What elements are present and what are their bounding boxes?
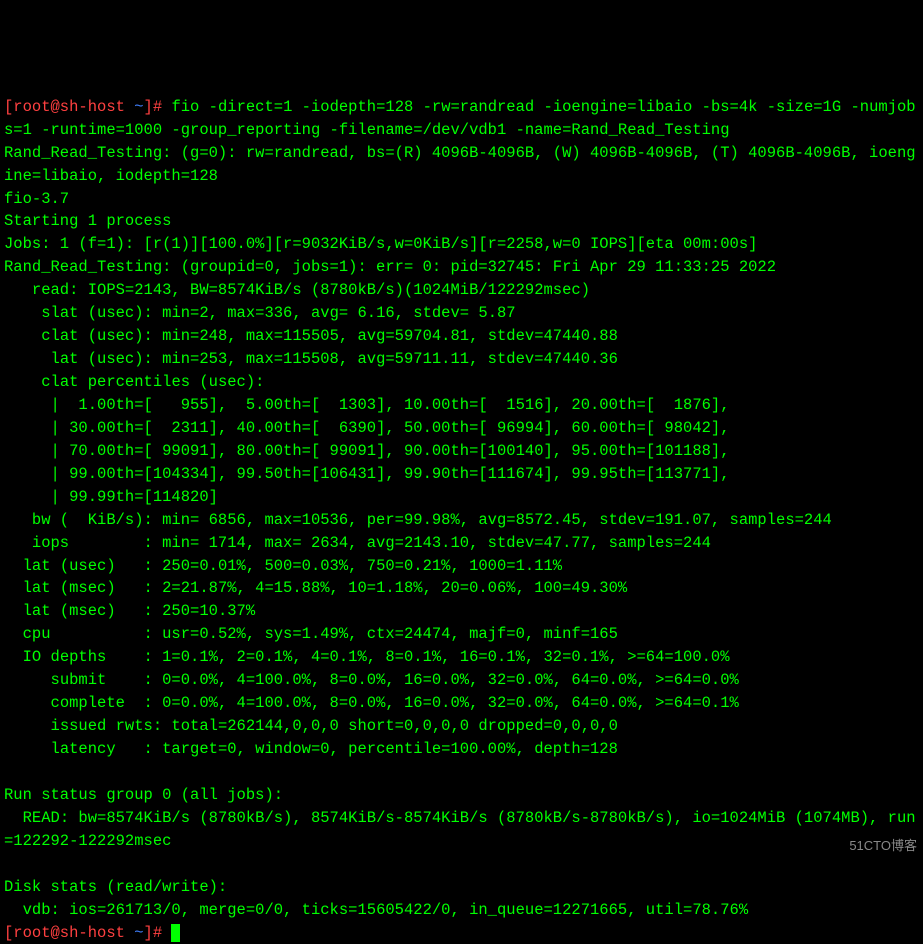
output-line: read: IOPS=2143, BW=8574KiB/s (8780kB/s)… bbox=[4, 281, 590, 299]
output-line: complete : 0=0.0%, 4=100.0%, 8=0.0%, 16=… bbox=[4, 694, 739, 712]
output-line: | 70.00th=[ 99091], 80.00th=[ 99091], 90… bbox=[4, 442, 730, 460]
prompt-close: ]# bbox=[144, 98, 172, 116]
prompt-user-host: [root@sh-host bbox=[4, 924, 134, 942]
prompt-path: ~ bbox=[134, 924, 143, 942]
output-line: | 30.00th=[ 2311], 40.00th=[ 6390], 50.0… bbox=[4, 419, 730, 437]
output-line: latency : target=0, window=0, percentile… bbox=[4, 740, 618, 758]
output-line: Starting 1 process bbox=[4, 212, 171, 230]
prompt-user-host: [root@sh-host bbox=[4, 98, 134, 116]
prompt-close: ]# bbox=[144, 924, 172, 942]
output-line: | 99.00th=[104334], 99.50th=[106431], 99… bbox=[4, 465, 730, 483]
prompt-path: ~ bbox=[134, 98, 143, 116]
output-line: submit : 0=0.0%, 4=100.0%, 8=0.0%, 16=0.… bbox=[4, 671, 739, 689]
output-line: Run status group 0 (all jobs): bbox=[4, 786, 283, 804]
output-line: | 1.00th=[ 955], 5.00th=[ 1303], 10.00th… bbox=[4, 396, 730, 414]
output-line: lat (usec) : 250=0.01%, 500=0.03%, 750=0… bbox=[4, 557, 562, 575]
output-line: iops : min= 1714, max= 2634, avg=2143.10… bbox=[4, 534, 711, 552]
output-line: lat (msec) : 250=10.37% bbox=[4, 602, 255, 620]
output-line: issued rwts: total=262144,0,0,0 short=0,… bbox=[4, 717, 618, 735]
output-line: READ: bw=8574KiB/s (8780kB/s), 8574KiB/s… bbox=[4, 809, 916, 850]
output-line: Rand_Read_Testing: (groupid=0, jobs=1): … bbox=[4, 258, 776, 276]
output-line: clat (usec): min=248, max=115505, avg=59… bbox=[4, 327, 618, 345]
output-line: vdb: ios=261713/0, merge=0/0, ticks=1560… bbox=[4, 901, 748, 919]
output-line: slat (usec): min=2, max=336, avg= 6.16, … bbox=[4, 304, 516, 322]
watermark-text: 51CTO博客 bbox=[849, 836, 917, 855]
output-line: clat percentiles (usec): bbox=[4, 373, 264, 391]
output-line: | 99.99th=[114820] bbox=[4, 488, 218, 506]
output-line: Disk stats (read/write): bbox=[4, 878, 227, 896]
output-line: Rand_Read_Testing: (g=0): rw=randread, b… bbox=[4, 144, 916, 185]
output-line: lat (msec) : 2=21.87%, 4=15.88%, 10=1.18… bbox=[4, 579, 627, 597]
output-line: cpu : usr=0.52%, sys=1.49%, ctx=24474, m… bbox=[4, 625, 618, 643]
output-line: Jobs: 1 (f=1): [r(1)][100.0%][r=9032KiB/… bbox=[4, 235, 757, 253]
output-line: bw ( KiB/s): min= 6856, max=10536, per=9… bbox=[4, 511, 832, 529]
output-line: IO depths : 1=0.1%, 2=0.1%, 4=0.1%, 8=0.… bbox=[4, 648, 730, 666]
output-line: fio-3.7 bbox=[4, 190, 69, 208]
terminal-cursor[interactable] bbox=[171, 924, 180, 942]
output-line: lat (usec): min=253, max=115508, avg=597… bbox=[4, 350, 618, 368]
